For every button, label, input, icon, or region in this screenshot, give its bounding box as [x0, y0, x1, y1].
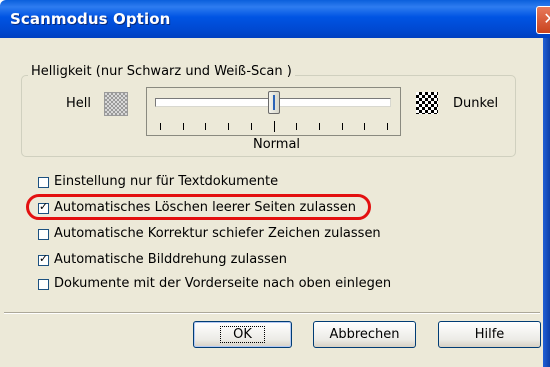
- option-label-face-up[interactable]: Dokumente mit der Vorderseite nach oben …: [54, 276, 391, 291]
- brightness-group-label: Helligkeit (nur Schwarz und Weiß-Scan ): [28, 64, 295, 79]
- window-title: Scanmodus Option: [10, 10, 171, 28]
- slider-tick: [364, 123, 366, 130]
- window-frame-right: [543, 38, 550, 367]
- option-label-skew-correction[interactable]: Automatische Korrektur schiefer Zeichen …: [54, 226, 381, 241]
- cancel-button-label: Abbrechen: [329, 327, 400, 342]
- close-icon: ✕: [543, 9, 550, 28]
- slider-tick: [205, 123, 207, 130]
- slider-tick: [160, 123, 161, 130]
- cancel-button[interactable]: Abbrechen: [313, 321, 416, 348]
- option-label-text-documents[interactable]: Einstellung nur für Textdokumente: [54, 174, 278, 189]
- ok-button[interactable]: OK: [193, 321, 292, 348]
- slider-tick: [318, 123, 320, 130]
- help-button-label: Hilfe: [474, 327, 505, 342]
- light-label: Hell: [66, 96, 91, 111]
- slider-tick: [296, 123, 298, 130]
- brightness-slider-thumb[interactable]: [267, 91, 280, 114]
- checkbox-skew-correction[interactable]: [38, 229, 49, 240]
- slider-tick: [250, 123, 252, 130]
- slider-tick: [341, 123, 343, 130]
- close-button[interactable]: ✕: [536, 6, 550, 34]
- slider-tick: [273, 121, 275, 132]
- slider-value-label: Normal: [253, 137, 301, 152]
- slider-tick: [387, 123, 388, 130]
- checkbox-auto-rotation[interactable]: [38, 252, 49, 266]
- dialog-window: Scanmodus Option ✕ Helligkeit (nur Schwa…: [0, 0, 550, 367]
- slider-tick: [228, 123, 230, 130]
- checkbox-face-up[interactable]: [38, 279, 49, 290]
- dark-pattern-icon: [416, 92, 438, 114]
- slider-tick: [182, 123, 184, 130]
- highlight-annotation: [26, 194, 371, 220]
- light-pattern-icon: [104, 92, 128, 116]
- ok-button-label: OK: [220, 326, 265, 343]
- button-separator: [4, 312, 540, 314]
- title-bar[interactable]: Scanmodus Option ✕: [0, 0, 550, 38]
- checkbox-text-documents[interactable]: [38, 177, 49, 188]
- option-label-auto-rotation[interactable]: Automatische Bilddrehung zulassen: [54, 252, 287, 267]
- help-button[interactable]: Hilfe: [438, 321, 541, 348]
- dark-label: Dunkel: [453, 96, 499, 111]
